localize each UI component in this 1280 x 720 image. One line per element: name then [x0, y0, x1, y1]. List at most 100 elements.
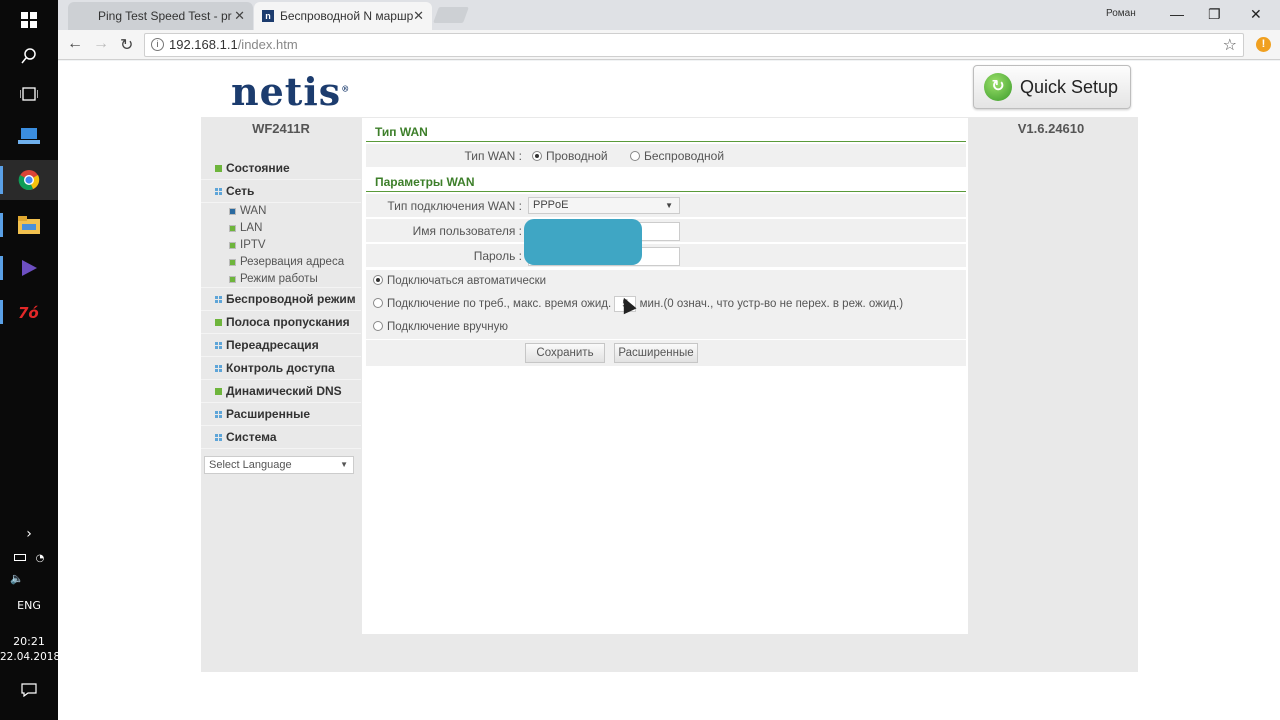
connection-type-select[interactable]: PPPoE ▼ [528, 197, 680, 214]
tab-router[interactable]: n Беспроводной N маршр ✕ [254, 2, 432, 30]
tray-icons[interactable]: ◔ [0, 551, 58, 564]
wifi-icon[interactable]: ◔ [36, 553, 45, 564]
url-host: 192.168.1.1 [169, 37, 238, 52]
quick-setup-button[interactable]: ↻ Quick Setup [973, 65, 1131, 109]
submenu-item-operation-mode[interactable]: Режим работы [201, 271, 361, 288]
menu-grid-icon [215, 411, 222, 418]
start-button[interactable] [0, 0, 58, 40]
app-logo-icon: 7ó [18, 304, 39, 321]
chrome-icon [18, 170, 40, 190]
radio-button[interactable] [373, 275, 383, 285]
menu-item-status[interactable]: Состояние [201, 157, 361, 180]
search-button[interactable] [0, 36, 58, 76]
volume-icon[interactable]: 🔈 [0, 572, 46, 585]
taskbar-app-explorer[interactable] [0, 205, 58, 245]
menu-item-forwarding[interactable]: Переадресация [201, 334, 361, 357]
option-suffix: мин.(0 означ., что устр-во не перех. в р… [639, 298, 904, 310]
language-select-value: Select Language [209, 459, 292, 471]
submenu-item-address-reservation[interactable]: Резервация адреса [201, 254, 361, 271]
taskbar-app-media-player[interactable] [0, 248, 58, 288]
menu-item-network[interactable]: Сеть [201, 180, 361, 203]
clock-date[interactable]: 22.04.2018 [0, 651, 60, 663]
model-name: WF2411R [252, 121, 310, 136]
radio-button[interactable] [373, 321, 383, 331]
radio-button[interactable] [630, 151, 640, 161]
browser-window: Ping Test Speed Test - pr ✕ n Беспроводн… [58, 0, 1280, 720]
save-button[interactable]: Сохранить [525, 343, 605, 363]
restore-icon[interactable]: ❐ [1208, 6, 1221, 23]
logo-text: netis [231, 69, 342, 114]
submenu-label: Режим работы [240, 273, 318, 285]
radio-button[interactable] [532, 151, 542, 161]
option-label: Подключаться автоматически [387, 275, 547, 287]
option-auto-connect[interactable]: Подключаться автоматически [366, 270, 966, 293]
close-window-icon[interactable]: ✕ [1250, 6, 1262, 23]
profile-name[interactable]: Роман [1106, 8, 1136, 19]
minimize-icon[interactable]: — [1170, 6, 1184, 22]
menu-label: Система [226, 430, 277, 444]
task-view-button[interactable] [0, 74, 58, 114]
warning-icon[interactable]: ! [1256, 37, 1271, 52]
radio-button[interactable] [373, 298, 383, 308]
menu-item-access-control[interactable]: Контроль доступа [201, 357, 361, 380]
option-connect-on-demand[interactable]: Подключение по треб., макс. время ожид. … [366, 293, 966, 316]
chevron-right-icon[interactable]: › [0, 526, 58, 542]
menu-label: Полоса пропускания [226, 315, 350, 329]
tab-title: Ping Test Speed Test - pr [98, 9, 232, 23]
wan-type-wired-option[interactable]: Проводной [532, 149, 608, 163]
button-row: Сохранить Расширенные [366, 340, 966, 366]
menu-label: Состояние [226, 161, 290, 175]
wan-type-label: Тип WAN : [464, 149, 522, 163]
close-icon[interactable]: ✕ [234, 8, 245, 24]
battery-icon[interactable] [13, 554, 26, 561]
close-icon[interactable]: ✕ [413, 8, 424, 24]
menu-item-system[interactable]: Система [201, 426, 361, 449]
back-arrow-icon[interactable]: ← [67, 35, 83, 53]
firmware-version: V1.6.24610 [1017, 121, 1085, 136]
netis-favicon-icon: n [262, 10, 274, 22]
clock-time[interactable]: 20:21 [0, 635, 58, 648]
router-admin-page: netis® ↻ Quick Setup WF2411R V1.6.24610 … [201, 61, 1138, 672]
menu-item-wireless[interactable]: Беспроводной режим [201, 288, 361, 311]
option-manual-connect[interactable]: Подключение вручную [366, 316, 966, 339]
menu-label: Переадресация [226, 338, 319, 352]
wan-type-wireless-option[interactable]: Беспроводной [630, 149, 724, 163]
bookmark-star-icon[interactable]: ☆ [1223, 35, 1237, 57]
quick-setup-label: Quick Setup [1020, 76, 1119, 97]
notification-center-button[interactable] [0, 683, 58, 700]
menu-item-advanced[interactable]: Расширенные [201, 403, 361, 426]
taskbar-app-red-tool[interactable]: 7ó [0, 292, 58, 332]
section-wan-type: Тип WAN [366, 124, 966, 142]
page-viewport: netis® ↻ Quick Setup WF2411R V1.6.24610 … [58, 61, 1280, 720]
connection-type-value: PPPoE [533, 199, 569, 211]
new-tab-button[interactable] [433, 7, 469, 23]
menu-label: Сеть [226, 184, 255, 198]
forward-arrow-icon[interactable]: → [93, 35, 109, 53]
submenu-label: Резервация адреса [240, 256, 345, 268]
menu-label: Беспроводной режим [226, 292, 356, 306]
menu-item-bandwidth[interactable]: Полоса пропускания [201, 311, 361, 334]
advanced-button[interactable]: Расширенные [614, 343, 698, 363]
radio-label: Беспроводной [644, 149, 725, 163]
submenu-item-lan[interactable]: LAN [201, 220, 361, 237]
reload-icon[interactable]: ↻ [120, 35, 133, 55]
submenu-item-iptv[interactable]: IPTV [201, 237, 361, 254]
submenu-bullet-icon [229, 208, 236, 215]
submenu-label: LAN [240, 222, 263, 234]
tab-ping-test[interactable]: Ping Test Speed Test - pr ✕ [68, 2, 253, 30]
address-bar[interactable]: i 192.168.1.1/index.htm ☆ [144, 33, 1244, 57]
taskbar-app-chrome[interactable] [0, 160, 58, 200]
menu-grid-icon [215, 434, 222, 441]
sidebar-menu: Состояние Сеть WAN LAN IPTV Резервация а… [201, 157, 361, 449]
menu-item-ddns[interactable]: Динамический DNS [201, 380, 361, 403]
tab-title: Беспроводной N маршр [280, 9, 414, 23]
language-select[interactable]: Select Language ▼ [204, 456, 354, 474]
section-wan-params: Параметры WAN [366, 174, 966, 192]
info-icon[interactable]: i [151, 38, 164, 51]
submenu-item-wan[interactable]: WAN [201, 203, 361, 220]
play-icon [22, 260, 37, 276]
menu-bullet-icon [215, 319, 222, 326]
taskbar-app-this-pc[interactable] [0, 116, 58, 156]
wan-type-row: Тип WAN : Проводной Беспроводной [366, 144, 966, 168]
input-language[interactable]: ENG [0, 599, 58, 612]
